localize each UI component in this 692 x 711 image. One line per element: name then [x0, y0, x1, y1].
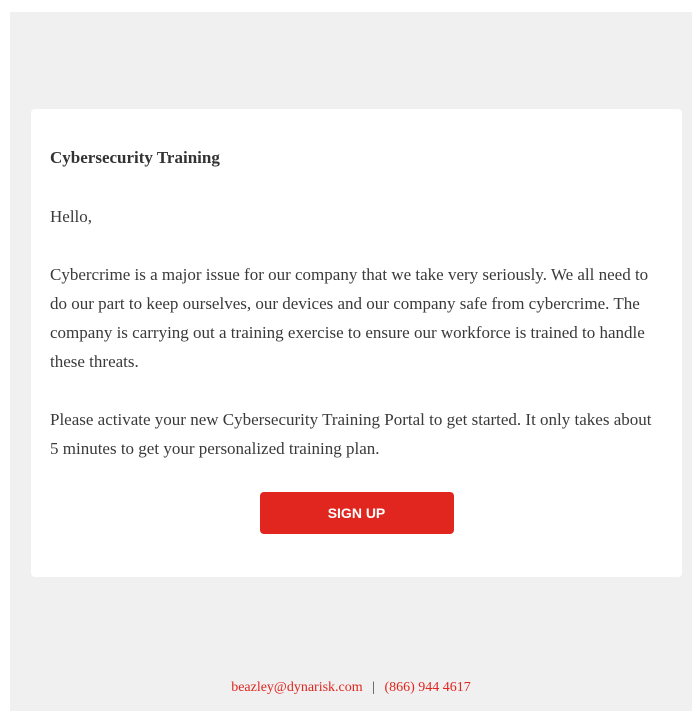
button-container: SIGN UP — [50, 492, 663, 534]
body-paragraph-1: Cybercrime is a major issue for our comp… — [50, 265, 649, 371]
email-background: Cybersecurity Training Hello, Cybercrime… — [10, 12, 692, 711]
footer-email-link[interactable]: beazley@dynarisk.com — [231, 680, 362, 695]
greeting-text: Hello, — [50, 207, 93, 226]
footer-phone-link[interactable]: (866) 944 4617 — [384, 680, 470, 695]
footer-contact: beazley@dynarisk.com | (866) 944 4617 — [10, 680, 692, 696]
email-title: Cybersecurity Training — [50, 148, 220, 167]
sign-up-button[interactable]: SIGN UP — [259, 492, 454, 534]
email-card: Cybersecurity Training Hello, Cybercrime… — [31, 109, 682, 577]
footer-separator: | — [372, 680, 375, 695]
body-paragraph-2: Please activate your new Cybersecurity T… — [50, 410, 652, 458]
